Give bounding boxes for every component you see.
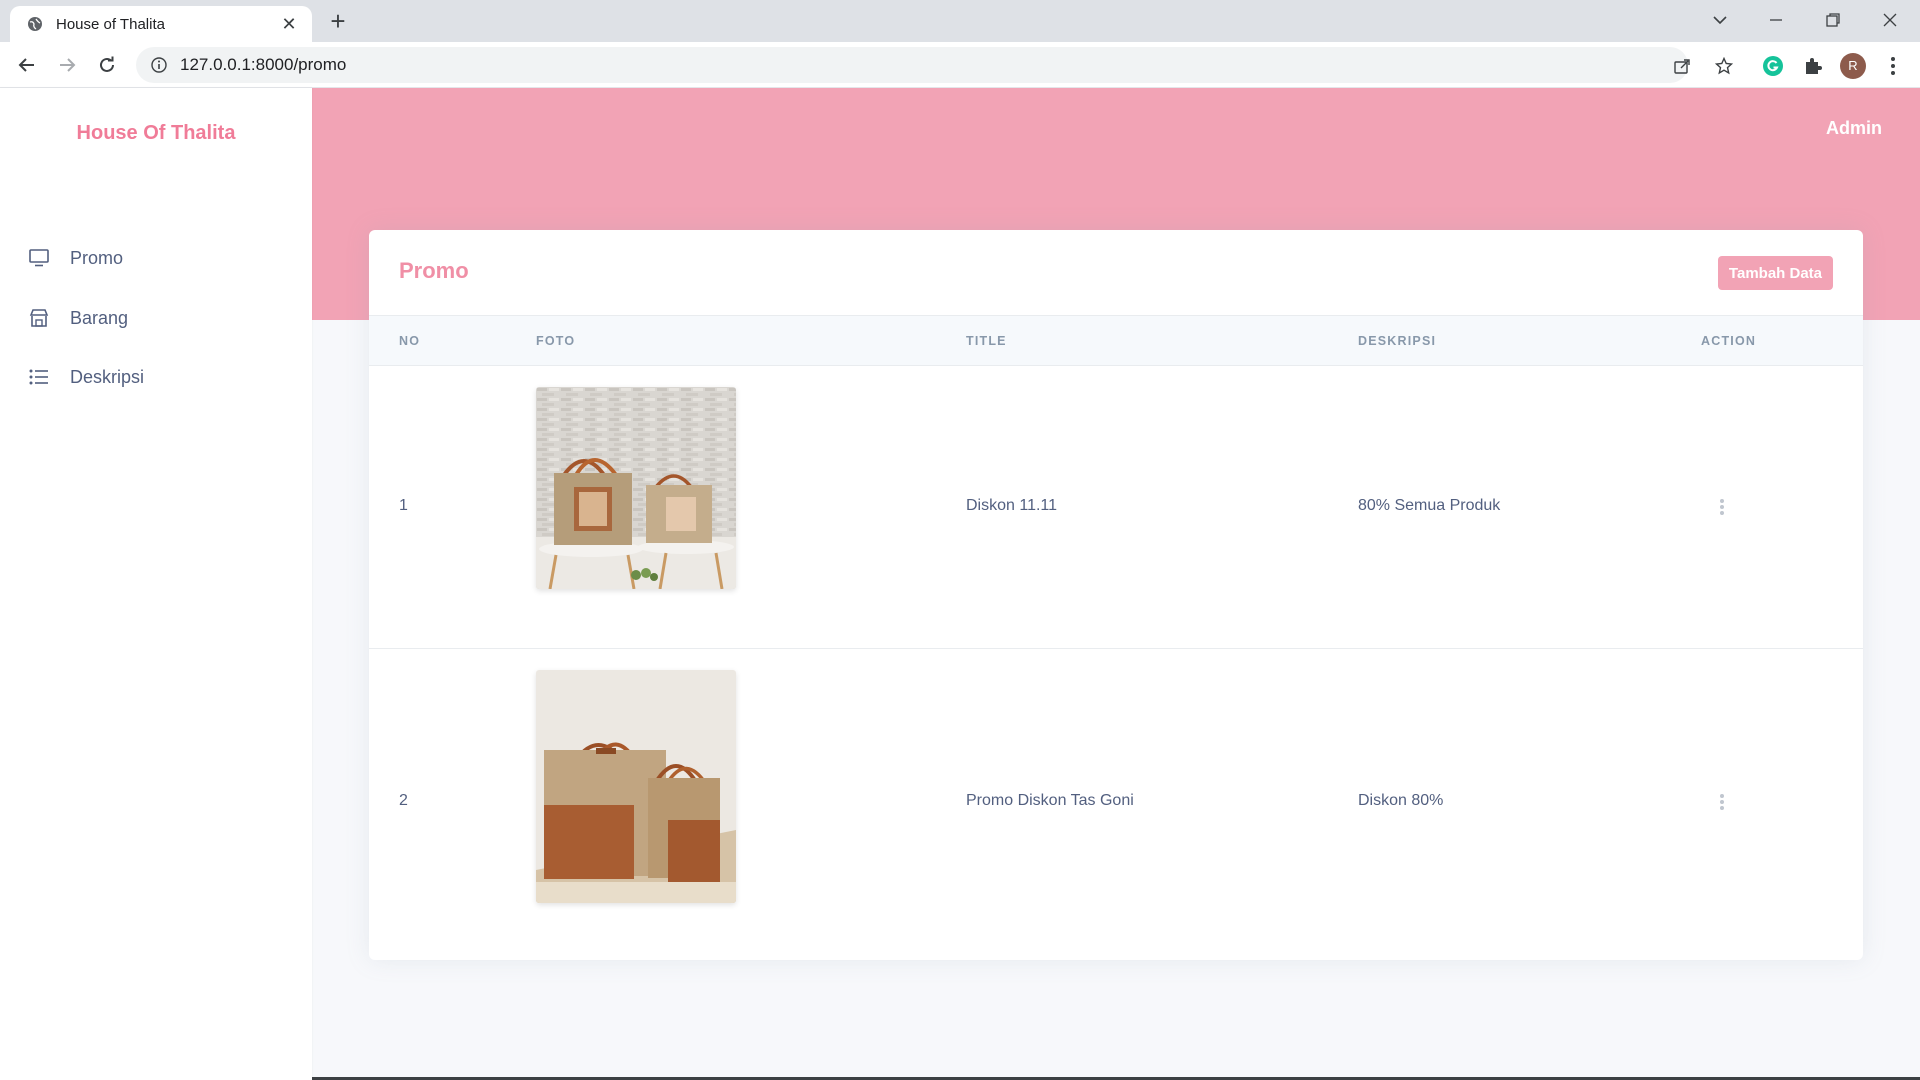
close-tab-icon[interactable]: ✕: [278, 13, 300, 35]
user-menu[interactable]: Admin: [1826, 118, 1882, 139]
row-number: 2: [399, 792, 408, 809]
new-tab-button[interactable]: +: [324, 8, 352, 36]
address-bar[interactable]: 127.0.0.1:8000/promo: [136, 47, 1733, 83]
extensions-puzzle-icon[interactable]: [1800, 53, 1826, 79]
promo-description: 80% Semua Produk: [1358, 497, 1501, 514]
monitor-icon: [28, 247, 50, 269]
profile-initial: R: [1848, 58, 1858, 73]
row-actions-menu-icon[interactable]: [1717, 794, 1727, 810]
share-icon[interactable]: [1672, 56, 1692, 76]
page-title: Promo: [399, 258, 469, 283]
row-actions-menu-icon[interactable]: [1717, 499, 1727, 515]
url-text[interactable]: 127.0.0.1:8000/promo: [180, 55, 346, 75]
add-data-button[interactable]: Tambah Data: [1717, 256, 1833, 290]
bookmark-star-icon[interactable]: [1714, 56, 1734, 76]
sidebar-item-label: Promo: [70, 247, 124, 268]
column-header-no: NO: [399, 334, 421, 348]
table-header: NO FOTO TITLE DESKRIPSI ACTION: [369, 316, 1863, 366]
minimize-icon[interactable]: [1748, 0, 1804, 40]
browser-toolbar: 127.0.0.1:8000/promo R: [0, 42, 1920, 88]
globe-icon: [26, 15, 44, 33]
promo-photo: [536, 387, 736, 589]
column-header-foto: FOTO: [536, 334, 576, 348]
browser-menu-icon[interactable]: [1880, 53, 1906, 79]
restore-icon[interactable]: [1805, 0, 1861, 40]
column-header-deskripsi: DESKRIPSI: [1358, 334, 1437, 348]
column-header-title: TITLE: [966, 334, 1007, 348]
promo-title: Diskon 11.11: [966, 497, 1058, 514]
sidebar: House Of Thalita Promo Barang Deskripsi: [0, 88, 312, 1080]
tab-search-icon[interactable]: [1692, 0, 1748, 40]
table-row: 2 Promo Diskon Tas Goni Diskon 80%: [369, 650, 1863, 948]
promo-card: Promo Tambah Data NO FOTO TITLE DESKRIPS…: [369, 230, 1863, 960]
sidebar-item-promo[interactable]: Promo: [0, 236, 312, 280]
promo-photo: [536, 670, 736, 903]
sidebar-item-label: Barang: [70, 307, 129, 328]
column-header-action: ACTION: [1701, 334, 1757, 348]
promo-description: Diskon 80%: [1358, 792, 1444, 809]
browser-tab[interactable]: House of Thalita ✕: [10, 6, 312, 42]
row-number: 1: [399, 497, 408, 514]
info-icon[interactable]: [150, 56, 168, 74]
promo-title: Promo Diskon Tas Goni: [966, 792, 1134, 809]
store-icon: [28, 307, 50, 329]
grammarly-extension-icon[interactable]: [1760, 53, 1786, 79]
card-header: Promo Tambah Data: [369, 230, 1863, 316]
brand-logo[interactable]: House Of Thalita: [0, 122, 312, 145]
sidebar-item-label: Deskripsi: [70, 366, 145, 387]
sidebar-item-deskripsi[interactable]: Deskripsi: [0, 355, 312, 399]
forward-arrow-icon[interactable]: [51, 49, 83, 81]
reload-icon[interactable]: [91, 49, 123, 81]
sidebar-item-barang[interactable]: Barang: [0, 296, 312, 340]
profile-avatar[interactable]: R: [1840, 53, 1866, 79]
back-arrow-icon[interactable]: [11, 49, 43, 81]
tab-title: House of Thalita: [56, 15, 165, 33]
list-icon: [28, 366, 50, 388]
close-window-icon[interactable]: [1862, 0, 1918, 40]
table-row: 1 Diskon 11.11 80% Semua Produk: [369, 367, 1863, 649]
browser-tab-bar: House of Thalita ✕ +: [0, 0, 1920, 42]
